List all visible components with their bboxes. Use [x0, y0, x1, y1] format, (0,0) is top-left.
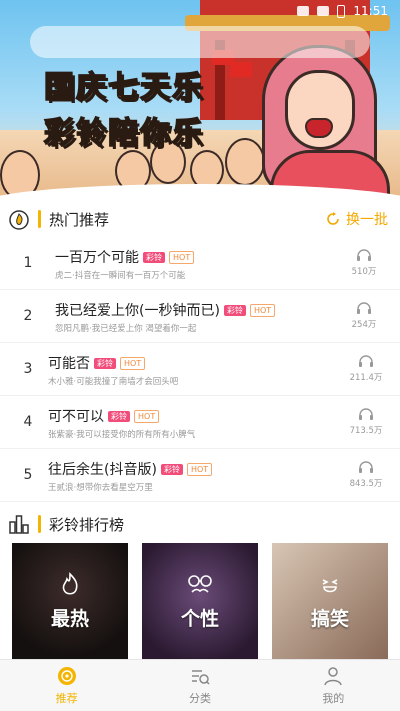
- song-name-row: 一百万个可能 彩铃 HOT: [55, 247, 195, 267]
- nav-label: 分类: [188, 692, 211, 705]
- nav-recommend[interactable]: 推荐: [0, 660, 133, 711]
- song-rank: 4: [23, 414, 33, 430]
- section-accent-bar: [38, 210, 41, 228]
- wifi-icon: [297, 6, 310, 16]
- crowd-figure: [225, 138, 265, 186]
- battery-icon: [337, 4, 346, 18]
- status-bar: 11:51: [0, 0, 400, 22]
- play-count-value: 211.4万: [349, 373, 383, 383]
- headphones-icon: [359, 355, 373, 367]
- ranking-tile-hottest[interactable]: 最热: [12, 543, 128, 659]
- song-name-row: 往后余生(抖音版) 彩铃 HOT: [48, 459, 213, 479]
- hot-badge: HOT: [186, 462, 213, 476]
- tile-label: 最热: [50, 607, 89, 630]
- song-row[interactable]: 1 一百万个可能 彩铃 HOT 虎二·抖音在一瞬间有一百万个可能 510万: [0, 237, 400, 290]
- banner-girl-face: [285, 70, 355, 150]
- headphones-icon: [357, 249, 371, 261]
- song-name-row: 我已经爱上你(一秒钟而已) 彩铃 HOT: [55, 300, 276, 320]
- hot-section-title: 热门推荐: [49, 210, 110, 229]
- colorring-badge: 彩铃: [94, 357, 116, 369]
- bottom-nav: 推荐 分类 我的: [0, 659, 400, 711]
- hot-badge: HOT: [169, 250, 195, 264]
- play-count: 254万: [348, 301, 380, 330]
- song-name: 可能否: [48, 356, 90, 372]
- category-list-icon: [191, 670, 210, 685]
- song-description: 张紫豪·我可以接受你的所有所有小脾气: [48, 430, 196, 440]
- play-count: 843.5万: [350, 460, 382, 489]
- refresh-button[interactable]: 换一批: [325, 209, 388, 229]
- ranking-tiles: 最热 个性 搞笑: [12, 543, 388, 659]
- play-count: 211.4万: [350, 354, 382, 383]
- song-row[interactable]: 2 我已经爱上你(一秒钟而已) 彩铃 HOT 忽阳凡鹏·我已经爱上你 渴望着你一…: [0, 290, 400, 343]
- headphones-icon: [359, 461, 373, 473]
- play-count: 713.5万: [350, 407, 382, 436]
- song-row[interactable]: 3 可能否 彩铃 HOT 木小雅·可能我撞了南墙才会回头吧 211.4万: [0, 343, 400, 396]
- search-bar[interactable]: [30, 26, 370, 58]
- refresh-label: 换一批: [346, 212, 388, 228]
- colorring-badge: 彩铃: [143, 251, 165, 263]
- song-description: 王贰浪·想带你去看星空万里: [48, 483, 153, 493]
- song-name: 一百万个可能: [55, 250, 139, 266]
- song-list: 1 一百万个可能 彩铃 HOT 虎二·抖音在一瞬间有一百万个可能 510万 2 …: [0, 237, 400, 502]
- banner-girl-mouth: [305, 118, 333, 138]
- song-rank: 1: [23, 255, 33, 271]
- song-name: 往后余生(抖音版): [48, 462, 157, 478]
- play-count-value: 843.5万: [349, 479, 383, 489]
- nav-label: 推荐: [55, 692, 78, 705]
- fire-badge-icon: [8, 208, 30, 230]
- song-row[interactable]: 4 可不可以 彩铃 HOT 张紫豪·我可以接受你的所有所有小脾气 713.5万: [0, 396, 400, 449]
- refresh-icon: [327, 212, 339, 225]
- tile-label: 个性: [180, 607, 219, 630]
- music-disc-icon: [57, 667, 76, 685]
- hot-badge: HOT: [120, 356, 146, 370]
- song-name-row: 可能否 彩铃 HOT: [48, 353, 146, 373]
- headphones-icon: [359, 408, 373, 420]
- glasses-mustache-icon: [185, 572, 215, 598]
- user-icon: [324, 667, 343, 686]
- song-name-row: 可不可以 彩铃 HOT: [48, 406, 160, 426]
- song-rank: 3: [23, 361, 33, 377]
- ranking-tile-funny[interactable]: 搞笑: [272, 543, 388, 659]
- flag-icon: [230, 62, 252, 77]
- song-description: 虎二·抖音在一瞬间有一百万个可能: [55, 271, 186, 281]
- hot-section-header: 热门推荐 换一批: [0, 204, 400, 234]
- tile-label: 搞笑: [310, 607, 349, 630]
- song-name: 可不可以: [48, 409, 104, 425]
- ranking-section-title: 彩铃排行榜: [49, 515, 125, 534]
- hot-badge: HOT: [134, 409, 160, 423]
- play-count: 510万: [348, 248, 380, 277]
- play-count-value: 713.5万: [349, 426, 383, 436]
- banner-title-line1: 国庆七天乐: [43, 69, 204, 106]
- flame-icon: [58, 571, 82, 598]
- status-time: 11:51: [353, 4, 388, 18]
- headphones-icon: [357, 302, 371, 314]
- nav-label: 我的: [322, 692, 345, 705]
- song-rank: 2: [23, 308, 33, 324]
- song-description: 木小雅·可能我撞了南墙才会回头吧: [48, 377, 179, 387]
- nav-mine[interactable]: 我的: [267, 660, 400, 711]
- song-row[interactable]: 5 往后余生(抖音版) 彩铃 HOT 王贰浪·想带你去看星空万里 843.5万: [0, 449, 400, 502]
- laughing-face-icon: [317, 572, 343, 598]
- banner-title-line2: 彩铃陪你乐: [43, 115, 204, 152]
- signal-icon: [317, 6, 330, 16]
- play-count-value: 254万: [351, 320, 377, 330]
- ranking-tile-personality[interactable]: 个性: [142, 543, 258, 659]
- song-description: 忽阳凡鹏·我已经爱上你 渴望着你一起: [55, 324, 197, 334]
- ranking-section-header: 彩铃排行榜: [0, 509, 400, 539]
- song-rank: 5: [23, 467, 33, 483]
- song-name: 我已经爱上你(一秒钟而已): [55, 303, 220, 319]
- hot-badge: HOT: [249, 303, 276, 317]
- play-count-value: 510万: [351, 267, 377, 277]
- colorring-badge: 彩铃: [223, 304, 246, 316]
- chart-bars-icon: [8, 513, 30, 535]
- section-accent-bar: [38, 515, 41, 533]
- colorring-badge: 彩铃: [160, 463, 183, 475]
- promo-banner[interactable]: 11:51 国庆七天乐 彩铃陪你乐: [0, 0, 400, 200]
- nav-category[interactable]: 分类: [133, 660, 266, 711]
- colorring-badge: 彩铃: [108, 410, 130, 422]
